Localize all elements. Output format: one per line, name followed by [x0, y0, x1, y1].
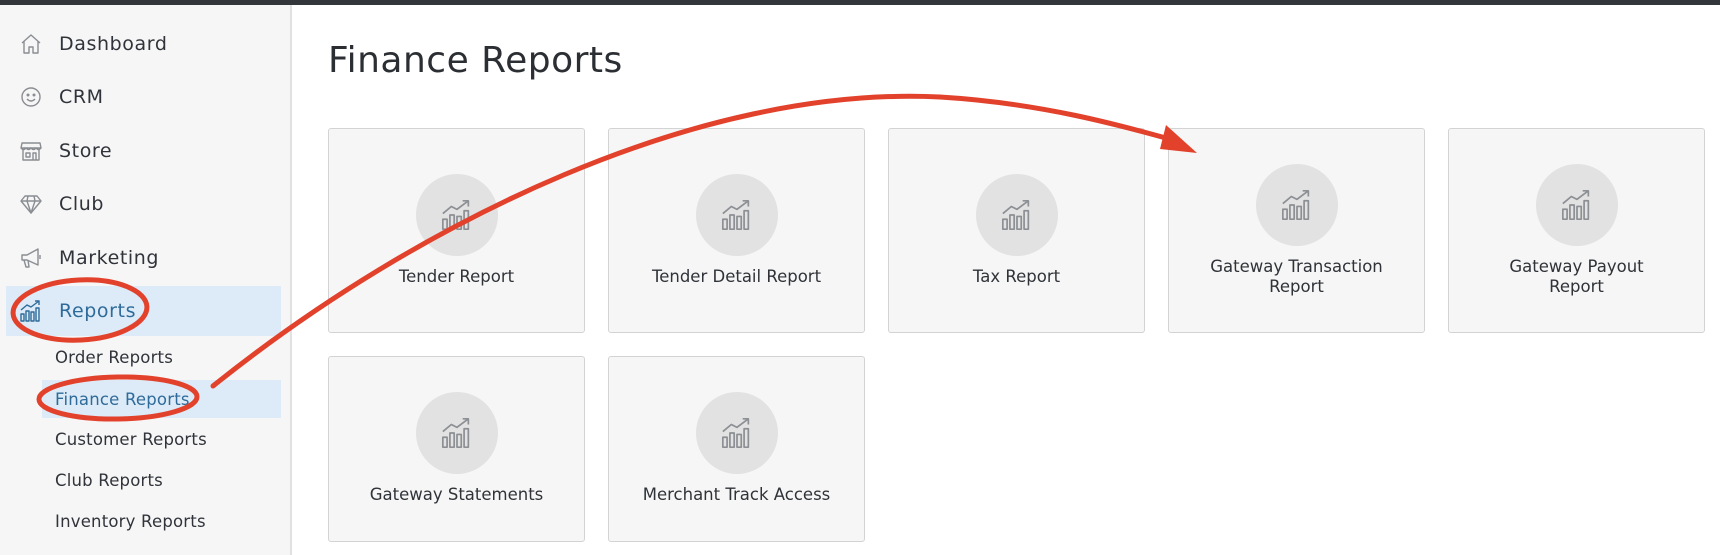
- sidebar-item-label: Reports: [59, 300, 137, 322]
- report-card-label: Gateway Payout Report: [1509, 257, 1644, 296]
- smiley-icon: [18, 84, 44, 110]
- report-card-label: Tender Report: [398, 267, 515, 286]
- chart-icon: [416, 174, 498, 256]
- sidebar-item-label: CRM: [59, 86, 104, 108]
- sidebar-subitem-order-reports[interactable]: Order Reports: [42, 338, 281, 376]
- chart-icon: [416, 392, 498, 474]
- report-card-tax-report[interactable]: Tax Report: [888, 128, 1145, 333]
- page-title: Finance Reports: [328, 40, 623, 81]
- chart-icon: [696, 174, 778, 256]
- sidebar-subitem-customer-reports[interactable]: Customer Reports: [42, 420, 281, 458]
- sidebar-item-store[interactable]: Store: [6, 126, 281, 176]
- sidebar-item-label: Store: [59, 140, 113, 162]
- diamond-icon: [18, 191, 44, 217]
- report-card-merchant-track-access[interactable]: Merchant Track Access: [608, 356, 865, 542]
- sidebar-subitem-inventory-reports[interactable]: Inventory Reports: [42, 502, 281, 540]
- report-card-label: Gateway Statements: [369, 485, 544, 504]
- sidebar-item-reports[interactable]: Reports: [6, 286, 281, 336]
- report-card-label: Tax Report: [972, 267, 1061, 286]
- home-icon: [18, 31, 44, 57]
- sidebar-item-club[interactable]: Club: [6, 179, 281, 229]
- sidebar-item-dashboard[interactable]: Dashboard: [6, 19, 281, 69]
- report-card-label: Gateway Transaction Report: [1210, 257, 1383, 296]
- report-card-gateway-transaction-report[interactable]: Gateway Transaction Report: [1168, 128, 1425, 333]
- report-card-label: Merchant Track Access: [642, 485, 831, 504]
- sidebar-item-label: Club: [59, 193, 105, 215]
- sidebar-subitem-label: Customer Reports: [55, 429, 207, 449]
- sidebar-item-crm[interactable]: CRM: [6, 72, 281, 122]
- chart-icon: [1536, 164, 1618, 246]
- chart-icon: [18, 298, 44, 324]
- sidebar-subitem-finance-reports[interactable]: Finance Reports: [42, 380, 281, 418]
- sidebar-subitem-label: Order Reports: [55, 347, 174, 367]
- report-card-tender-detail-report[interactable]: Tender Detail Report: [608, 128, 865, 333]
- report-card-gateway-payout-report[interactable]: Gateway Payout Report: [1448, 128, 1705, 333]
- store-icon: [18, 138, 44, 164]
- report-card-label: Tender Detail Report: [651, 267, 822, 286]
- chart-icon: [696, 392, 778, 474]
- sidebar-subitem-label: Club Reports: [55, 470, 163, 490]
- sidebar-item-label: Dashboard: [59, 33, 168, 55]
- chart-icon: [976, 174, 1058, 256]
- chart-icon: [1256, 164, 1338, 246]
- sidebar-subitem-label: Inventory Reports: [55, 511, 206, 531]
- sidebar-subitem-club-reports[interactable]: Club Reports: [42, 461, 281, 499]
- sidebar: Dashboard CRM Store Club Marketing Repor…: [0, 5, 292, 555]
- report-card-tender-report[interactable]: Tender Report: [328, 128, 585, 333]
- megaphone-icon: [18, 245, 44, 271]
- sidebar-subitem-label: Finance Reports: [55, 389, 190, 409]
- sidebar-item-label: Marketing: [59, 247, 160, 269]
- report-card-gateway-statements[interactable]: Gateway Statements: [328, 356, 585, 542]
- sidebar-item-marketing[interactable]: Marketing: [6, 233, 281, 283]
